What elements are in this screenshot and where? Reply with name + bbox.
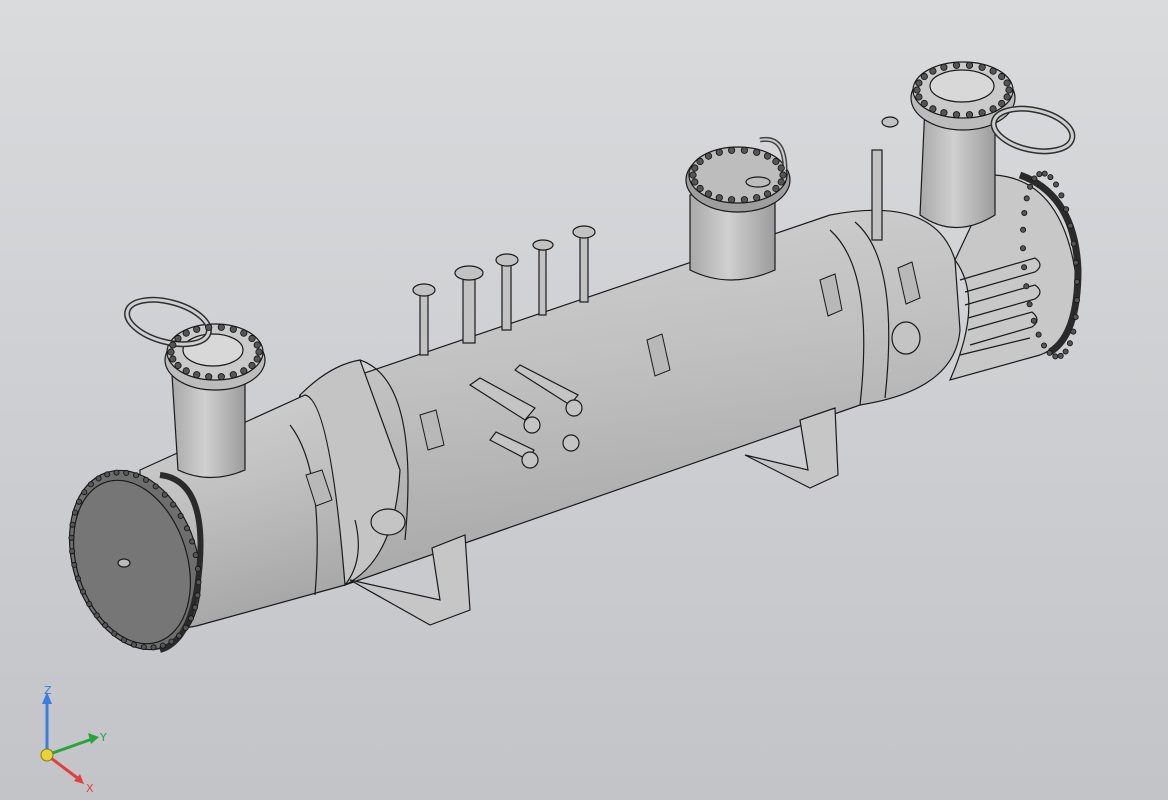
axis-triad: Z Y X: [40, 684, 107, 795]
y-axis-arrow: [88, 733, 99, 744]
x-axis-label: X: [86, 782, 94, 795]
z-axis-label: Z: [44, 684, 52, 697]
y-axis-label: Y: [99, 731, 107, 744]
3d-viewport[interactable]: Z Y X: [0, 0, 1168, 800]
triad-origin: [40, 748, 54, 762]
y-axis-line: [46, 736, 96, 757]
